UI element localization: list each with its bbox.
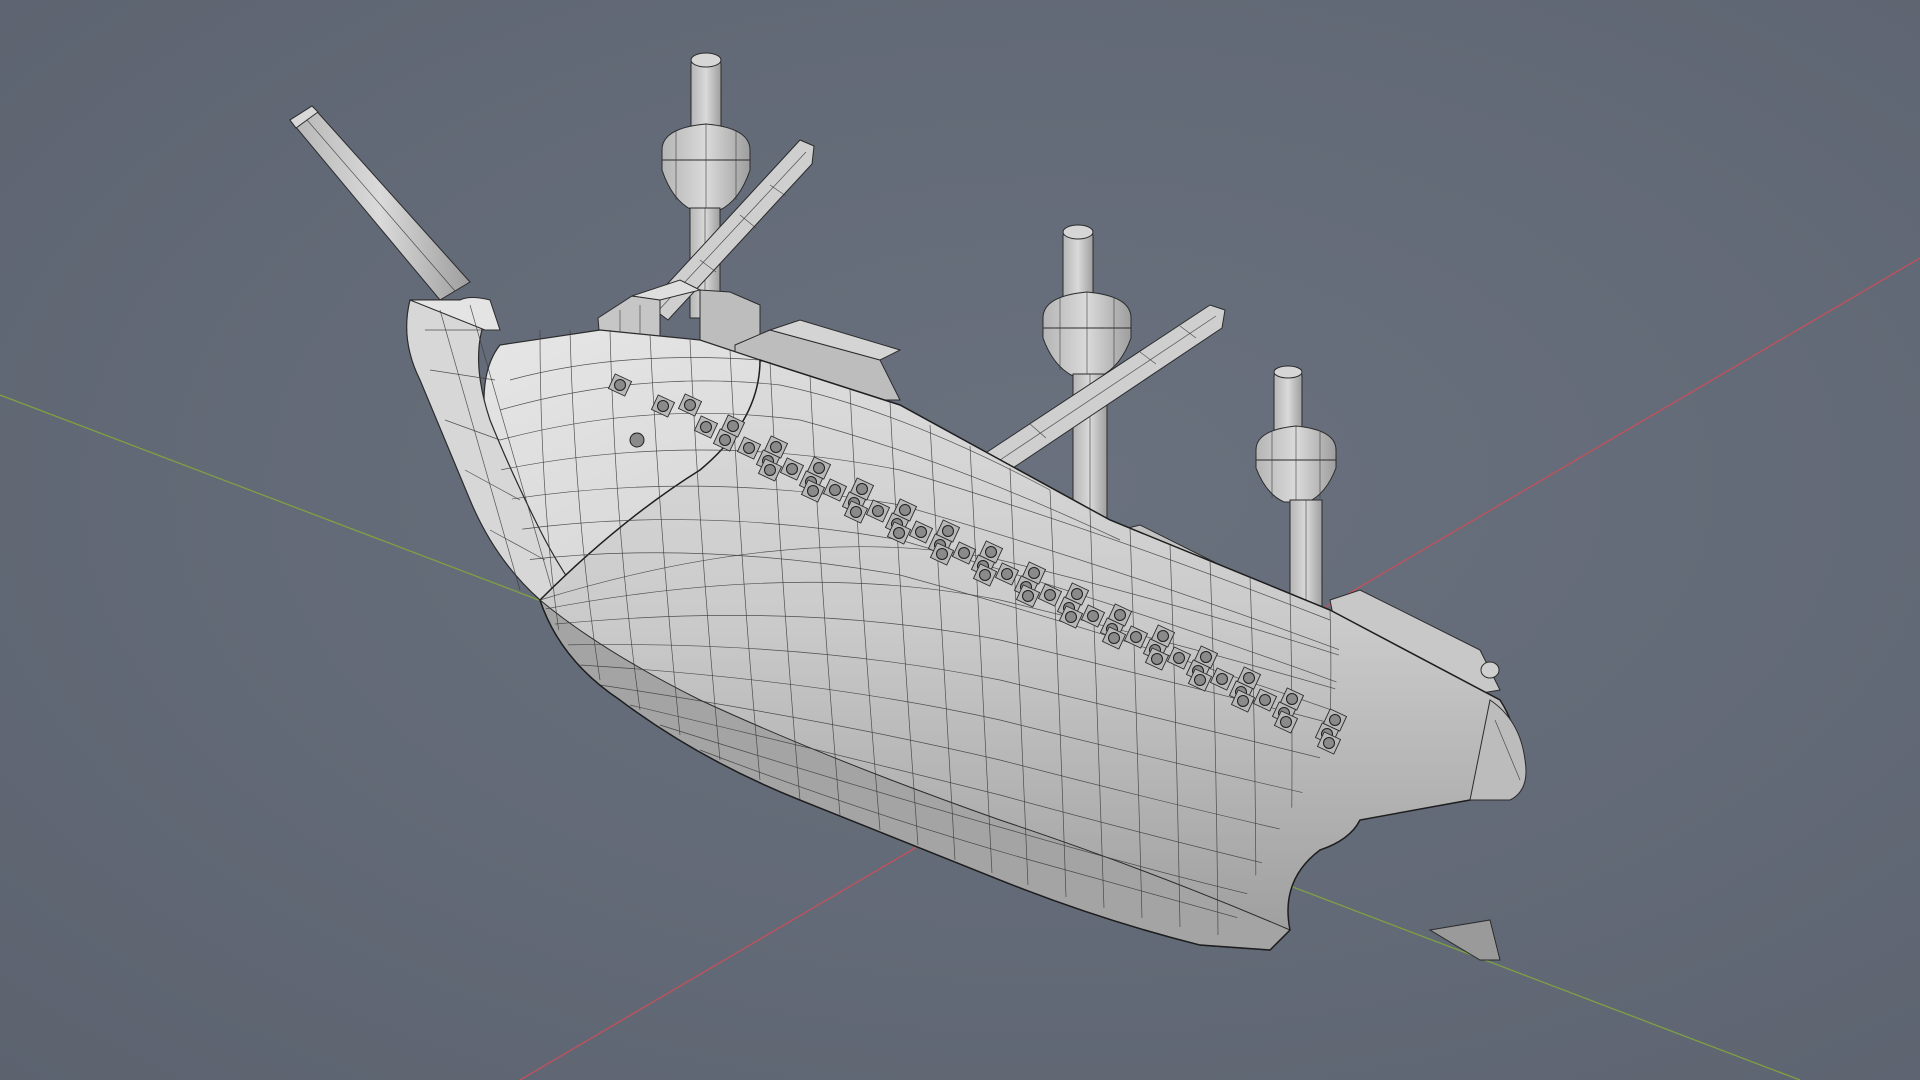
mast-fore xyxy=(647,52,815,321)
ship-mesh[interactable] xyxy=(289,52,1527,961)
bow-gunport xyxy=(629,432,645,448)
bowsprit xyxy=(289,105,471,301)
viewport-canvas[interactable] xyxy=(0,0,1920,1080)
mast-mizzen xyxy=(1255,365,1337,621)
3d-viewport[interactable] xyxy=(0,0,1920,1080)
